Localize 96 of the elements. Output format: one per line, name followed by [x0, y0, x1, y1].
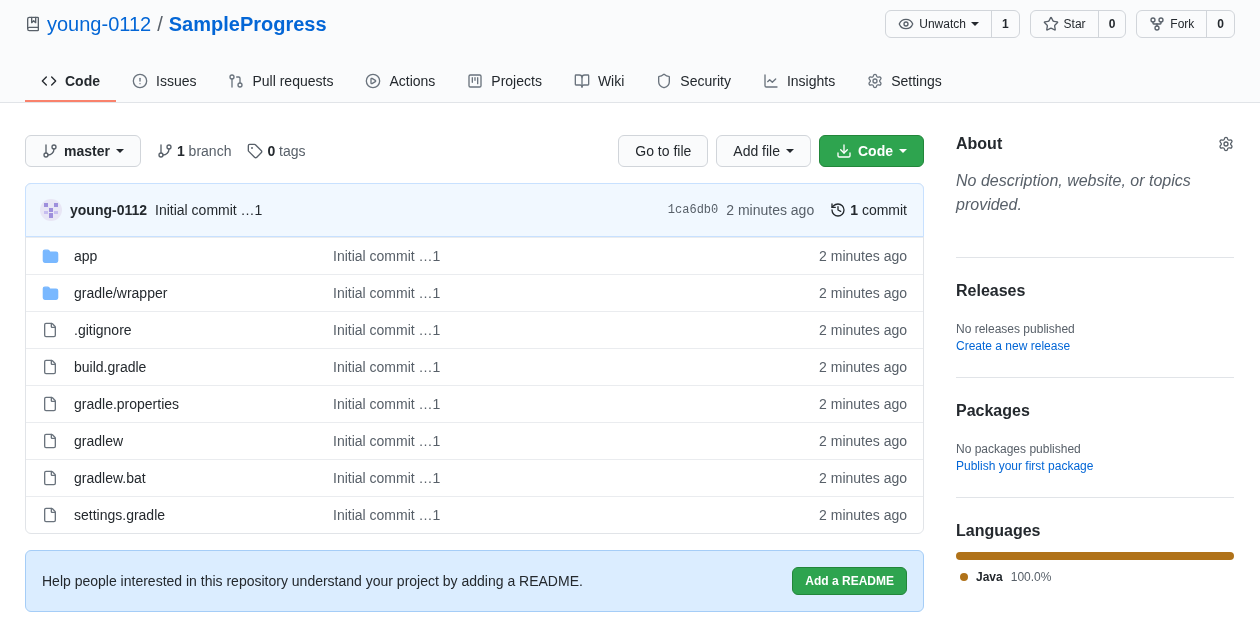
file-icon [42, 507, 58, 523]
releases-text: No releases published [956, 322, 1076, 336]
social-count[interactable]: 1 [991, 11, 1019, 37]
repo-tab[interactable]: Wiki [557, 62, 641, 102]
tab-icon [762, 73, 779, 89]
language-name[interactable]: Java [976, 570, 1003, 584]
tab-icon [41, 73, 57, 89]
file-commit-time: 2 minutes ago [819, 433, 907, 449]
social-count[interactable]: 0 [1098, 11, 1126, 37]
file-icon [42, 396, 58, 412]
star-icon [1042, 16, 1059, 32]
repo-tab[interactable]: Issues [116, 62, 213, 102]
tab-icon [365, 73, 382, 89]
file-commit-message[interactable]: Initial commit …1 [333, 433, 820, 449]
owner-link[interactable]: young-0112 [47, 12, 152, 36]
file-icon [42, 359, 58, 375]
file-commit-time: 2 minutes ago [819, 507, 907, 523]
file-commit-time: 2 minutes ago [819, 359, 907, 375]
packages-text: No packages published [956, 442, 1082, 456]
tab-icon [228, 73, 245, 89]
folder-icon [42, 247, 59, 265]
commit-message[interactable]: Initial commit …1 [155, 202, 263, 218]
file-name-link[interactable]: gradlew.bat [74, 470, 333, 486]
commit-sha[interactable]: 1ca6db0 [667, 203, 719, 217]
eye-icon [898, 16, 915, 32]
caret-icon [899, 149, 907, 153]
file-commit-time: 2 minutes ago [819, 285, 907, 301]
commits-link[interactable]: 1 commit [830, 202, 907, 218]
file-name-link[interactable]: .gitignore [74, 322, 333, 338]
branch-icon [42, 143, 58, 159]
file-commit-message[interactable]: Initial commit …1 [333, 285, 820, 301]
file-name-link[interactable]: app [74, 248, 333, 264]
publish-package-link[interactable]: Publish your first package [956, 459, 1234, 473]
repo-icon [25, 16, 41, 32]
repo-name-link[interactable]: SampleProgress [168, 12, 327, 36]
folder-icon [42, 284, 59, 302]
file-icon [42, 433, 58, 449]
about-heading: About [956, 135, 1003, 153]
social-count[interactable]: 0 [1207, 11, 1234, 37]
fork-icon [1149, 16, 1166, 32]
tab-icon [573, 73, 590, 89]
file-icon [42, 322, 58, 338]
caret-icon [115, 149, 124, 153]
file-name-link[interactable]: gradle.properties [74, 396, 333, 412]
file-commit-message[interactable]: Initial commit …1 [333, 248, 820, 264]
branch-icon [156, 143, 173, 159]
file-name-link[interactable]: gradlew [74, 433, 333, 449]
packages-heading: Packages [956, 402, 1031, 420]
repo-tab[interactable]: Actions [349, 62, 452, 102]
language-percent: 100.0% [1010, 570, 1052, 584]
watch-star-fork-button[interactable]: Unwatch [886, 11, 992, 37]
file-name-link[interactable]: build.gradle [74, 359, 333, 375]
tab-icon [656, 73, 673, 89]
watch-star-fork-button[interactable]: Fork [1137, 11, 1208, 37]
file-commit-time: 2 minutes ago [819, 322, 907, 338]
releases-heading: Releases [956, 282, 1027, 300]
tab-icon [467, 73, 484, 89]
file-commit-message[interactable]: Initial commit …1 [333, 359, 820, 375]
tags-link[interactable]: 0 tags [247, 143, 306, 159]
branches-link[interactable]: 1 branch [156, 143, 232, 159]
caret-icon [970, 22, 979, 26]
file-commit-message[interactable]: Initial commit …1 [333, 507, 820, 523]
repo-tab[interactable]: Security [640, 62, 747, 102]
repo-tab[interactable]: Projects [451, 62, 558, 102]
file-commit-message[interactable]: Initial commit …1 [333, 470, 820, 486]
repo-tab[interactable]: Settings [851, 62, 958, 102]
settings-icon[interactable] [1218, 136, 1234, 152]
download-icon [836, 143, 852, 159]
file-commit-time: 2 minutes ago [819, 248, 907, 264]
languages-heading: Languages [956, 522, 1042, 540]
commit-time: 2 minutes ago [726, 202, 815, 218]
tab-icon [132, 73, 148, 89]
history-icon [830, 202, 847, 218]
about-description: No description, website, or topics provided. [956, 171, 1192, 215]
repo-tab[interactable]: Insights [746, 62, 852, 102]
tag-icon [247, 143, 264, 159]
readme-hint: Help people interested in this repository understand your project by adding a README. [42, 573, 583, 589]
repo-tab[interactable]: Code [25, 62, 116, 102]
go-to-file-button[interactable]: Go to file [618, 135, 709, 167]
file-icon [42, 470, 58, 486]
tab-icon [867, 73, 884, 89]
caret-icon [786, 149, 794, 153]
watch-star-fork-button[interactable]: Star [1030, 11, 1099, 37]
file-commit-time: 2 minutes ago [819, 396, 907, 412]
create-release-link[interactable]: Create a new release [956, 339, 1234, 353]
file-name-link[interactable]: gradle/wrapper [74, 285, 333, 301]
file-commit-message[interactable]: Initial commit …1 [333, 396, 820, 412]
file-commit-time: 2 minutes ago [819, 470, 907, 486]
path-separator: / [157, 12, 163, 36]
file-commit-message[interactable]: Initial commit …1 [333, 322, 820, 338]
file-name-link[interactable]: settings.gradle [74, 507, 333, 523]
branch-select[interactable]: master [25, 135, 141, 167]
add-file-button[interactable]: Add file [716, 135, 811, 167]
repo-tab[interactable]: Pull requests [212, 62, 350, 102]
avatar-icon [40, 199, 62, 221]
commit-author[interactable]: young-0112 [70, 202, 148, 218]
